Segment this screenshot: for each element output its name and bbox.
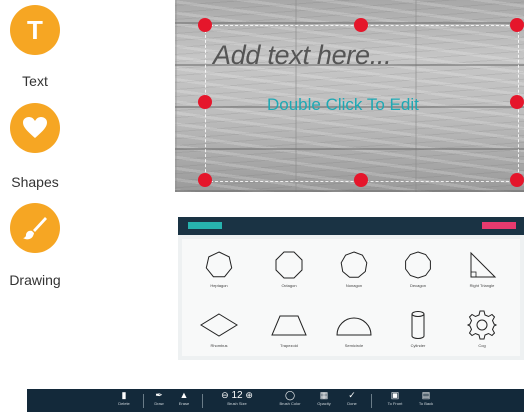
- resize-handle-top-center[interactable]: [354, 18, 368, 32]
- resize-handle-middle-left[interactable]: [198, 95, 212, 109]
- bring-front-icon: ▣: [390, 390, 400, 400]
- cylinder-icon: [411, 311, 425, 339]
- increase-size-icon[interactable]: ⊕: [245, 390, 253, 400]
- to-front-button[interactable]: ▣ To Front: [382, 389, 408, 412]
- check-icon: ✓: [348, 390, 356, 400]
- toolbar-divider: [371, 394, 372, 408]
- heart-icon: [23, 117, 47, 138]
- send-back-icon: ▤: [421, 390, 431, 400]
- shape-octagon[interactable]: Octagon: [259, 249, 319, 288]
- text-icon: T: [27, 14, 43, 45]
- decrease-size-icon[interactable]: ⊖: [221, 390, 229, 400]
- delete-button[interactable]: ▮ Delete: [113, 389, 135, 412]
- done-button[interactable]: ✓ Done: [342, 389, 362, 412]
- trapezoid-icon: [271, 315, 307, 336]
- shape-cog[interactable]: Cog: [452, 309, 512, 348]
- to-back-button[interactable]: ▤ To Back: [413, 389, 439, 412]
- shapes-tool-label: Shapes: [11, 174, 59, 190]
- draw-button[interactable]: ✒ Draw: [149, 389, 169, 412]
- drawing-toolbar: ▮ Delete ✒ Draw ▲ Erase ⊖ 12 ⊕ Brush Siz…: [27, 389, 524, 412]
- brush-icon: [23, 217, 47, 240]
- cog-icon: [466, 310, 498, 340]
- shapes-panel: Heptagon Octagon Nonagon Decagon Right T…: [178, 217, 524, 360]
- color-circle-icon: ◯: [284, 390, 296, 400]
- text-canvas[interactable]: Add text here... Double Click To Edit: [175, 0, 524, 192]
- brush-color-button[interactable]: ◯ Brush Color: [275, 389, 305, 412]
- opacity-icon: ▦: [319, 390, 329, 400]
- resize-handle-middle-right[interactable]: [510, 95, 524, 109]
- shape-decagon[interactable]: Decagon: [388, 249, 448, 288]
- shapes-panel-right-button[interactable]: [482, 222, 516, 229]
- octagon-icon: [275, 251, 303, 279]
- text-tool-label: Text: [22, 73, 48, 89]
- opacity-button[interactable]: ▦ Opacity: [312, 389, 336, 412]
- semicircle-icon: [336, 317, 372, 336]
- shape-trapezoid[interactable]: Trapezoid: [259, 309, 319, 348]
- rhombus-icon: [200, 313, 238, 337]
- shape-semicircle[interactable]: Semicircle: [324, 309, 384, 348]
- text-tool-button[interactable]: T: [10, 5, 60, 55]
- resize-handle-bottom-left[interactable]: [198, 173, 212, 187]
- decagon-icon: [405, 251, 431, 279]
- resize-handle-bottom-right[interactable]: [510, 173, 524, 187]
- shapes-panel-left-button[interactable]: [188, 222, 222, 229]
- brush-size-control: ⊖ 12 ⊕ Brush Size: [221, 390, 253, 406]
- shape-nonagon[interactable]: Nonagon: [324, 249, 384, 288]
- heptagon-icon: [205, 251, 233, 278]
- shape-heptagon[interactable]: Heptagon: [189, 249, 249, 288]
- erase-button[interactable]: ▲ Erase: [173, 389, 195, 412]
- resize-handle-bottom-center[interactable]: [354, 173, 368, 187]
- trash-icon: ▮: [121, 390, 127, 400]
- toolbar-divider: [143, 394, 144, 408]
- shape-right-triangle[interactable]: Right Triangle: [452, 249, 512, 288]
- shapes-grid: Heptagon Octagon Nonagon Decagon Right T…: [182, 239, 520, 356]
- shape-rhombus[interactable]: Rhombus: [189, 309, 249, 348]
- toolbar-divider: [202, 394, 203, 408]
- drawing-tool-button[interactable]: [10, 203, 60, 253]
- pencil-icon: ✒: [155, 390, 163, 400]
- drawing-tool-label: Drawing: [9, 272, 61, 288]
- shape-cylinder[interactable]: Cylinder: [388, 309, 448, 348]
- edit-hint[interactable]: Double Click To Edit: [267, 95, 419, 115]
- text-placeholder[interactable]: Add text here...: [213, 40, 392, 71]
- eraser-icon: ▲: [179, 390, 189, 400]
- resize-handle-top-right[interactable]: [510, 18, 524, 32]
- nonagon-icon: [340, 251, 368, 278]
- resize-handle-top-left[interactable]: [198, 18, 212, 32]
- shapes-tool-button[interactable]: [10, 103, 60, 153]
- brush-size-value: 12: [231, 390, 243, 401]
- right-triangle-icon: [470, 251, 497, 278]
- shapes-panel-header: [178, 217, 524, 235]
